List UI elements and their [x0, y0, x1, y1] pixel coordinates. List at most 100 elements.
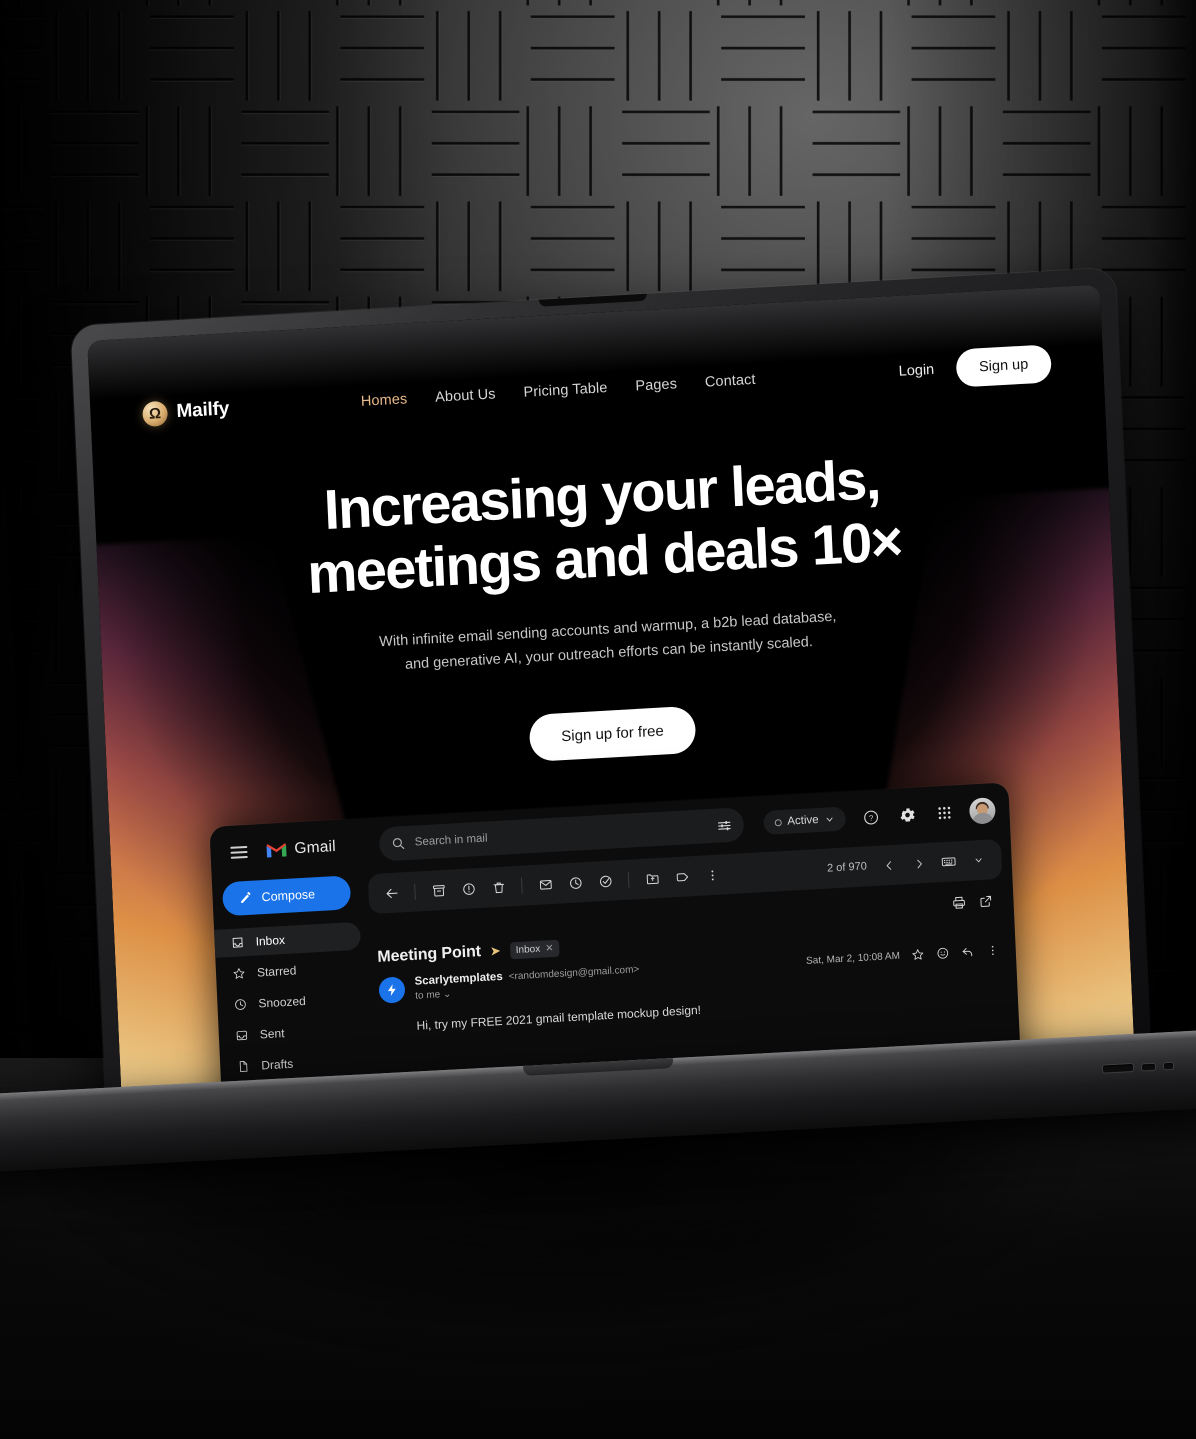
brand-badge-icon: Ω — [142, 400, 169, 427]
nav-link-homes[interactable]: Homes — [361, 391, 408, 410]
chevron-left-icon — [886, 860, 891, 870]
brand-name: Mailfy — [176, 398, 230, 423]
sidebar-item-snoozed[interactable]: Snoozed — [217, 984, 364, 1020]
scene: Ω Mailfy Homes About Us Pricing Table Pa… — [0, 0, 1196, 1439]
svg-text:?: ? — [868, 813, 873, 822]
open-in-new-icon — [980, 895, 992, 907]
site-navbar: Ω Mailfy Homes About Us Pricing Table Pa… — [89, 328, 1104, 449]
delete-button[interactable] — [485, 873, 512, 900]
pencil-icon — [241, 892, 251, 904]
recipient-label: to me — [415, 989, 441, 1002]
report-spam-icon — [462, 882, 475, 895]
message-more-options-button[interactable] — [985, 943, 1000, 958]
avatar-body — [971, 812, 994, 825]
pagination-count: 2 of 970 — [826, 860, 868, 875]
message-date: Sat, Mar 2, 10:08 AM — [805, 950, 901, 967]
keyboard-icon — [941, 857, 956, 867]
compose-button[interactable]: Compose — [221, 875, 352, 917]
port-audio — [1163, 1062, 1174, 1069]
next-page-button[interactable] — [905, 850, 932, 877]
sender-name: Scarlytemplates — [414, 970, 503, 988]
move-to-icon — [646, 873, 659, 884]
laptop-screen: Ω Mailfy Homes About Us Pricing Table Pa… — [87, 284, 1136, 1125]
chevron-down-icon — [826, 817, 833, 822]
search-icon — [393, 838, 405, 849]
main-menu-icon[interactable] — [224, 840, 254, 866]
toolbar-divider-3 — [627, 871, 630, 888]
signup-button[interactable]: Sign up — [955, 344, 1053, 388]
toolbar-divider-2 — [520, 877, 523, 894]
settings-button[interactable] — [895, 802, 920, 827]
add-reaction-button[interactable] — [936, 946, 951, 961]
back-arrow-icon — [386, 888, 398, 898]
sidebar-item-inbox[interactable]: Inbox — [214, 921, 362, 958]
nav-link-about-us[interactable]: About Us — [435, 386, 496, 405]
nav-link-pricing-table[interactable]: Pricing Table — [523, 380, 608, 401]
sent-icon — [236, 1030, 248, 1041]
print-button[interactable] — [951, 895, 967, 911]
port-usb — [1102, 1064, 1134, 1073]
status-dot-icon — [774, 818, 782, 826]
sidebar-item-sent[interactable]: Sent — [218, 1015, 365, 1051]
chevron-right-icon — [916, 859, 922, 868]
label-button[interactable] — [669, 863, 696, 890]
snooze-icon — [569, 876, 582, 889]
label-icon — [676, 872, 688, 881]
status-badge[interactable]: Active — [762, 806, 847, 836]
gear-icon — [900, 808, 915, 822]
label-chip-text: Inbox — [515, 943, 541, 956]
help-button[interactable]: ? — [858, 804, 883, 829]
message-label-chip[interactable]: Inbox ✕ — [509, 939, 560, 959]
open-in-new-window-button[interactable] — [978, 893, 994, 909]
login-link[interactable]: Login — [898, 362, 934, 380]
port-thunderbolt — [1141, 1063, 1156, 1071]
apps-grid-icon — [938, 806, 951, 820]
reply-icon — [962, 947, 973, 957]
emoji-icon — [937, 947, 949, 959]
back-button[interactable] — [378, 879, 405, 906]
reply-button[interactable] — [960, 944, 975, 959]
user-avatar[interactable] — [968, 797, 996, 825]
toolbar-divider-1 — [414, 883, 416, 900]
compose-label: Compose — [261, 887, 316, 905]
sidebar-label-snoozed: Snoozed — [258, 993, 307, 1011]
close-icon[interactable]: ✕ — [545, 942, 554, 953]
inbox-icon — [232, 937, 243, 948]
help-icon: ? — [863, 810, 878, 825]
important-marker-icon[interactable]: ➤ — [490, 943, 502, 960]
signup-for-free-button[interactable]: Sign up for free — [528, 706, 697, 763]
report-spam-button[interactable] — [455, 875, 482, 902]
message-meta-actions: Sat, Mar 2, 10:08 AM — [806, 943, 1000, 968]
add-to-tasks-button[interactable] — [592, 867, 619, 894]
chevron-down-icon — [975, 858, 982, 863]
draft-icon — [239, 1061, 248, 1073]
keyboard-shortcuts-button[interactable] — [935, 848, 962, 875]
move-to-button[interactable] — [639, 865, 666, 892]
previous-page-button[interactable] — [875, 851, 902, 878]
keyboard-dropdown-button[interactable] — [965, 846, 992, 873]
brand-logo[interactable]: Ω Mailfy — [142, 397, 230, 427]
google-apps-button[interactable] — [932, 800, 957, 825]
message-subject: Meeting Point — [377, 943, 482, 966]
star-icon — [912, 949, 924, 960]
nav-link-contact[interactable]: Contact — [705, 372, 756, 391]
search-options-icon[interactable] — [716, 817, 732, 833]
gmail-logo[interactable]: Gmail — [265, 838, 336, 860]
more-options-button[interactable] — [698, 861, 725, 888]
archive-icon — [432, 884, 445, 897]
sidebar-item-starred[interactable]: Starred — [215, 953, 362, 989]
star-message-button[interactable] — [911, 947, 926, 962]
mark-unread-icon — [539, 879, 552, 890]
delete-icon — [493, 881, 504, 893]
star-icon — [233, 968, 245, 979]
website-viewport: Ω Mailfy Homes About Us Pricing Table Pa… — [87, 284, 1136, 1125]
gmail-m-icon — [266, 843, 287, 858]
more-options-icon — [991, 945, 994, 956]
more-options-icon — [710, 870, 714, 880]
clock-icon — [235, 999, 246, 1010]
snooze-button[interactable] — [562, 869, 589, 896]
archive-button[interactable] — [425, 877, 452, 904]
status-label: Active — [787, 813, 819, 828]
nav-link-pages[interactable]: Pages — [635, 376, 677, 394]
mark-unread-button[interactable] — [532, 871, 559, 898]
